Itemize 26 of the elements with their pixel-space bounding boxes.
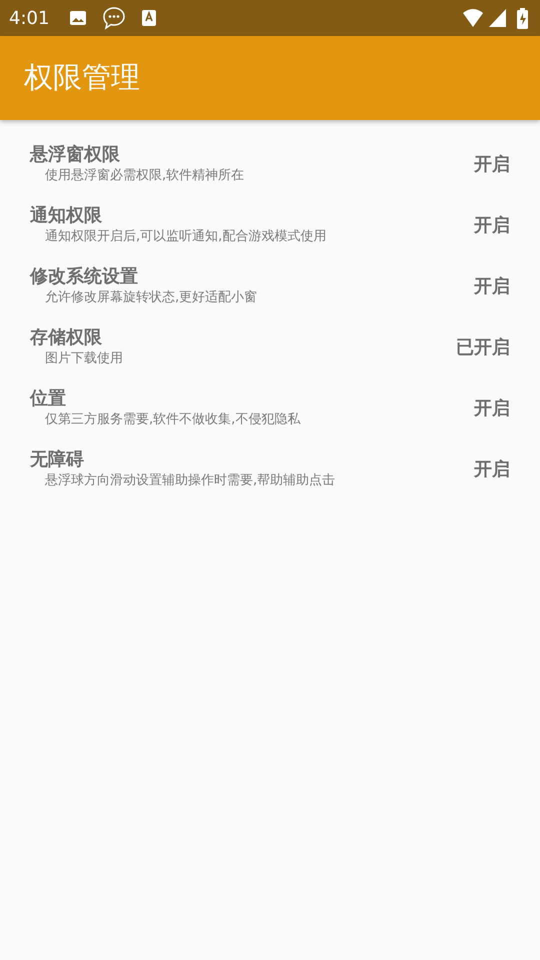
enable-button[interactable]: 已开启 <box>456 332 510 361</box>
permission-description: 悬浮球方向滑动设置辅助操作时需要,帮助辅助点击 <box>44 472 336 490</box>
app-bar-title: 权限管理 <box>24 59 140 96</box>
enable-button[interactable]: 开启 <box>474 271 510 300</box>
permission-title: 通知权限 <box>30 204 103 228</box>
permission-description: 使用悬浮窗必需权限,软件精神所在 <box>44 166 246 184</box>
enable-button[interactable]: 开启 <box>474 393 510 422</box>
wifi-icon <box>462 8 484 28</box>
permission-description: 图片下载使用 <box>44 350 124 368</box>
permission-title: 无障碍 <box>30 448 85 472</box>
enable-button[interactable]: 开启 <box>474 454 510 483</box>
permission-title: 修改系统设置 <box>30 264 139 288</box>
image-icon <box>69 9 88 27</box>
battery-charging-icon <box>517 8 528 28</box>
permission-title: 存储权限 <box>30 326 103 350</box>
status-time: 4:01 <box>9 6 50 30</box>
enable-button[interactable]: 开启 <box>474 149 510 178</box>
permission-description: 通知权限开启后,可以监听通知,配合游戏模式使用 <box>44 228 328 246</box>
signal-icon <box>488 8 507 28</box>
permission-description: 仅第三方服务需要,软件不做收集,不侵犯隐私 <box>44 410 302 428</box>
permission-description: 允许修改屏幕旋转状态,更好适配小窗 <box>44 288 258 306</box>
chat-icon <box>102 6 126 30</box>
permission-title: 位置 <box>30 386 67 410</box>
enable-button[interactable]: 开启 <box>474 210 510 239</box>
permission-title: 悬浮窗权限 <box>30 142 121 166</box>
text-app-icon <box>141 9 158 27</box>
